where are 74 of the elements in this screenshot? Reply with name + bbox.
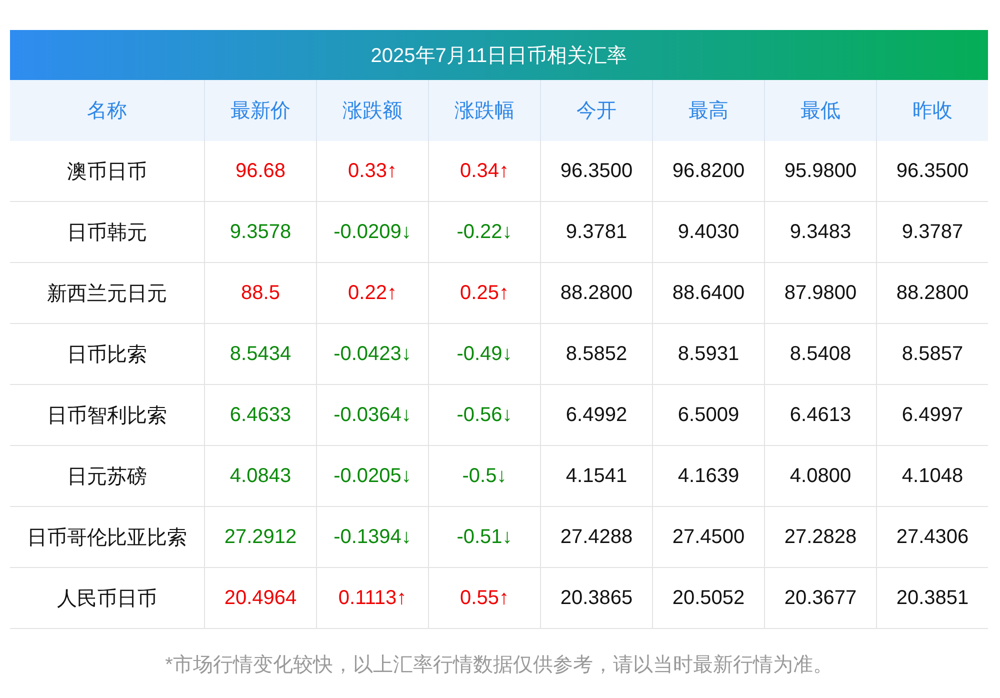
table-cell: 0.1113↑	[317, 568, 429, 629]
table-cell: 27.2828	[765, 507, 877, 568]
table-cell: 0.34↑	[429, 141, 541, 202]
table-cell: 日元苏磅	[10, 446, 205, 507]
table-cell: 新西兰元日元	[10, 263, 205, 324]
table-cell: 88.6400	[653, 263, 765, 324]
table-title: 2025年7月11日日币相关汇率	[10, 30, 988, 80]
table-cell: -0.0209↓	[317, 202, 429, 263]
table-cell: 0.55↑	[429, 568, 541, 629]
table-cell: 27.4288	[541, 507, 653, 568]
column-header: 名称	[10, 80, 205, 141]
table-cell: 27.2912	[205, 507, 317, 568]
table-cell: 20.3677	[765, 568, 877, 629]
column-header: 最新价	[205, 80, 317, 141]
table-cell: -0.5↓	[429, 446, 541, 507]
table-cell: 9.3483	[765, 202, 877, 263]
table-cell: 日币比索	[10, 324, 205, 385]
table-cell: 日币哥伦比亚比索	[10, 507, 205, 568]
table-cell: 8.5434	[205, 324, 317, 385]
table-cell: 87.9800	[765, 263, 877, 324]
table-cell: 4.1541	[541, 446, 653, 507]
column-header: 涨跌额	[317, 80, 429, 141]
table-cell: 96.3500	[541, 141, 653, 202]
table-cell: 6.4633	[205, 385, 317, 446]
table-cell: -0.51↓	[429, 507, 541, 568]
table-cell: 88.2800	[877, 263, 988, 324]
table-cell: -0.56↓	[429, 385, 541, 446]
table-cell: 日币智利比索	[10, 385, 205, 446]
table-cell: 6.4992	[541, 385, 653, 446]
column-header: 最低	[765, 80, 877, 141]
table-cell: 4.1639	[653, 446, 765, 507]
table-cell: -0.1394↓	[317, 507, 429, 568]
table-cell: 88.2800	[541, 263, 653, 324]
table-cell: 20.5052	[653, 568, 765, 629]
column-header: 昨收	[877, 80, 988, 141]
table-cell: 人民币日币	[10, 568, 205, 629]
column-header: 涨跌幅	[429, 80, 541, 141]
column-header: 最高	[653, 80, 765, 141]
table-cell: 0.33↑	[317, 141, 429, 202]
table-cell: 9.4030	[653, 202, 765, 263]
table-cell: 20.4964	[205, 568, 317, 629]
table-cell: 8.5931	[653, 324, 765, 385]
table-cell: 96.68	[205, 141, 317, 202]
table-cell: 4.0843	[205, 446, 317, 507]
table-cell: 0.25↑	[429, 263, 541, 324]
table-cell: -0.0364↓	[317, 385, 429, 446]
table-cell: 0.22↑	[317, 263, 429, 324]
table-cell: 6.5009	[653, 385, 765, 446]
table-cell: 6.4997	[877, 385, 988, 446]
table-cell: 8.5408	[765, 324, 877, 385]
column-header: 今开	[541, 80, 653, 141]
table-cell: 95.9800	[765, 141, 877, 202]
table-cell: 96.8200	[653, 141, 765, 202]
footnote: *市场行情变化较快，以上汇率行情数据仅供参考，请以当时最新行情为准。	[164, 653, 834, 678]
table-cell: -0.0205↓	[317, 446, 429, 507]
table-cell: 9.3578	[205, 202, 317, 263]
table-cell: 20.3851	[877, 568, 988, 629]
table-cell: 8.5852	[541, 324, 653, 385]
table-cell: 27.4306	[877, 507, 988, 568]
table-cell: 27.4500	[653, 507, 765, 568]
table-cell: -0.0423↓	[317, 324, 429, 385]
table-cell: 9.3787	[877, 202, 988, 263]
table-cell: 8.5857	[877, 324, 988, 385]
table-cell: 96.3500	[877, 141, 988, 202]
table-cell: -0.49↓	[429, 324, 541, 385]
table-cell: 4.0800	[765, 446, 877, 507]
table-cell: 20.3865	[541, 568, 653, 629]
table-cell: -0.22↓	[429, 202, 541, 263]
table-cell: 88.5	[205, 263, 317, 324]
table-cell: 6.4613	[765, 385, 877, 446]
table-cell: 9.3781	[541, 202, 653, 263]
table-cell: 澳币日币	[10, 141, 205, 202]
table-cell: 4.1048	[877, 446, 988, 507]
table-cell: 日币韩元	[10, 202, 205, 263]
